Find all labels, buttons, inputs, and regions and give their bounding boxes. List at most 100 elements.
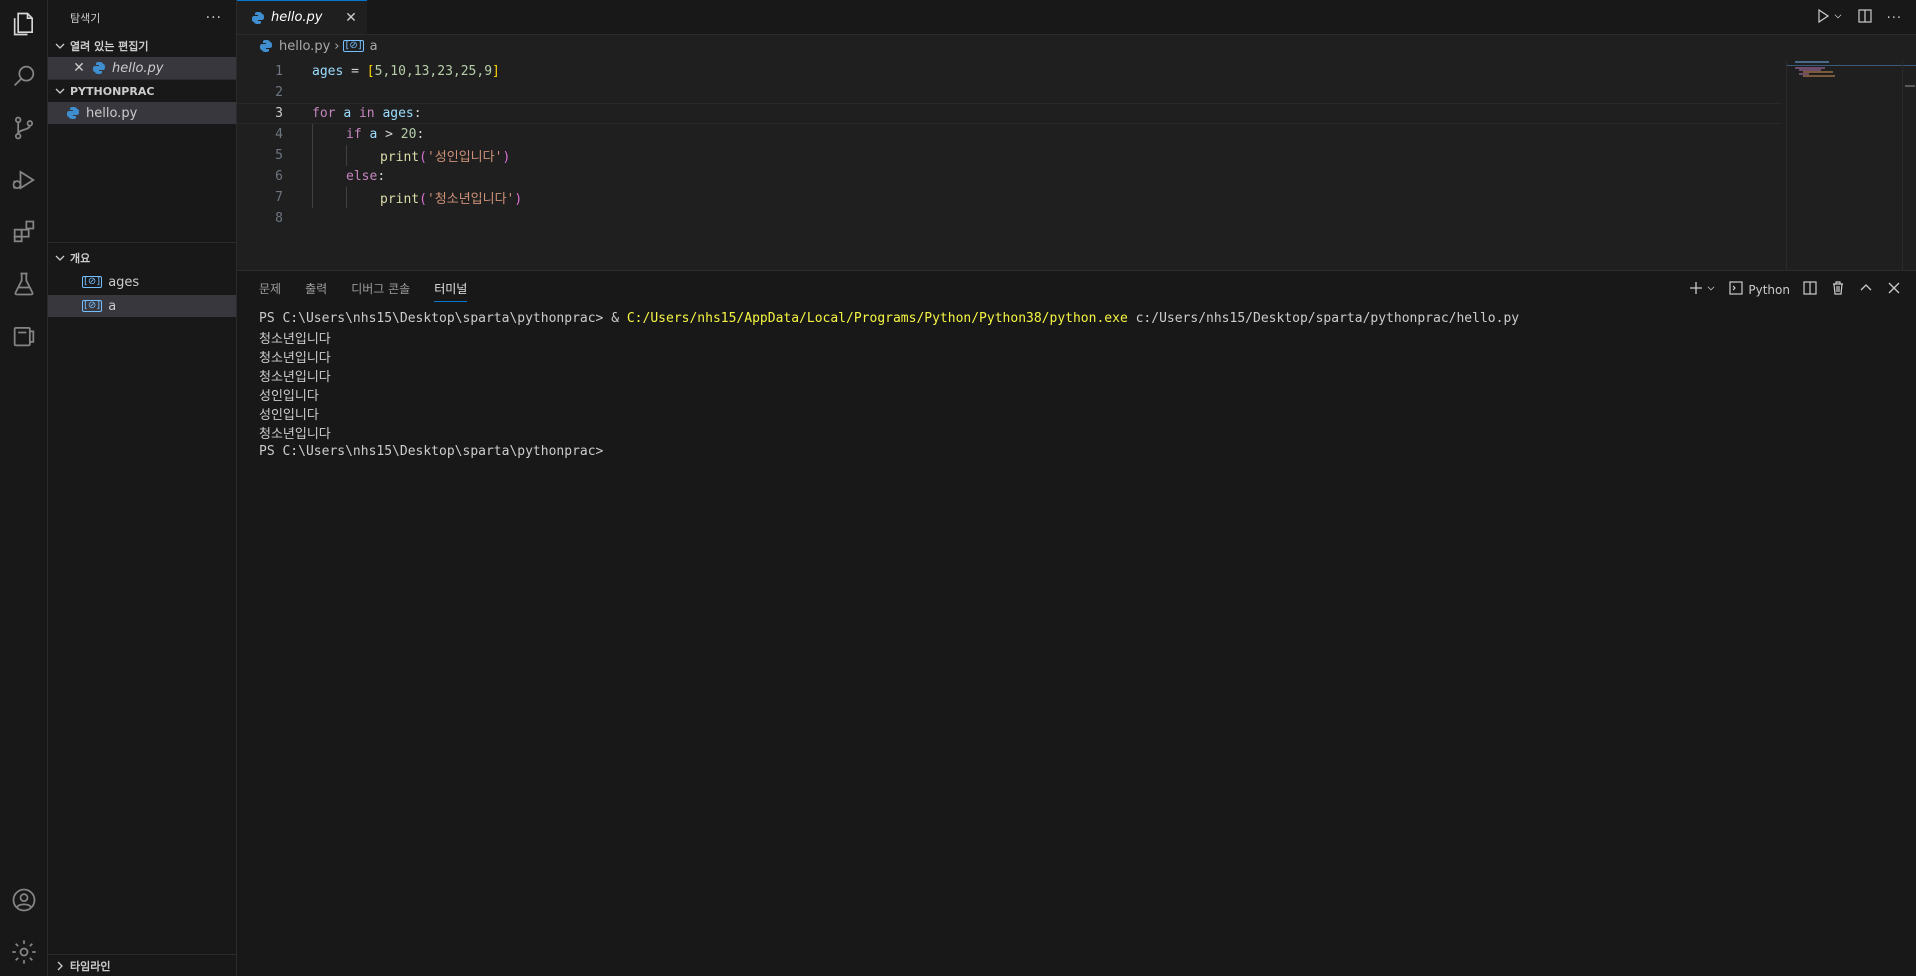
line-number: 7: [275, 190, 283, 205]
open-editor-item[interactable]: ✕ hello.py: [48, 57, 236, 79]
remote-explorer-icon[interactable]: [8, 320, 40, 352]
new-terminal-plus-icon[interactable]: [1688, 280, 1704, 299]
line-number: 6: [275, 169, 283, 184]
chevron-down-icon: [52, 83, 68, 99]
code-token: print: [380, 192, 420, 207]
terminal-icon: [1728, 280, 1744, 299]
minimap[interactable]: [1786, 61, 1916, 270]
python-file-icon: [92, 61, 106, 75]
tab-problems[interactable]: 문제: [259, 280, 281, 297]
tab-terminal[interactable]: 터미널: [434, 280, 468, 302]
breadcrumb-separator: ›: [334, 38, 340, 54]
search-icon[interactable]: [8, 60, 40, 92]
terminal-output[interactable]: PS C:\Users\nhs15\Desktop\sparta\pythonp…: [237, 306, 1916, 461]
file-item-hello-py[interactable]: hello.py: [48, 102, 236, 124]
terminal-output-line: 청소년입니다: [259, 332, 331, 347]
open-editors-header[interactable]: 열려 있는 편집기: [48, 35, 236, 57]
explorer-icon[interactable]: [8, 8, 40, 40]
explorer-sidebar: 탐색기 ··· 열려 있는 편집기 ✕ hello.py PYTHONPRAC …: [48, 0, 237, 976]
breadcrumb-file[interactable]: hello.py: [279, 39, 330, 54]
code-token: ages: [312, 64, 344, 79]
code-token: (: [419, 150, 427, 165]
code-line[interactable]: 8: [237, 208, 1782, 229]
tab-debug-console[interactable]: 디버그 콘솔: [351, 280, 410, 297]
python-file-icon: [251, 11, 265, 25]
split-editor-icon[interactable]: [1857, 8, 1873, 28]
python-file-icon: [259, 39, 273, 53]
terminal-profile[interactable]: Python: [1728, 280, 1790, 299]
settings-gear-icon[interactable]: [8, 936, 40, 968]
indent-guide: [346, 145, 347, 166]
more-actions-icon[interactable]: ···: [206, 10, 222, 26]
line-number: 8: [275, 211, 283, 226]
terminal-output-line: 청소년입니다: [259, 370, 331, 385]
outline-item-ages[interactable]: [⊘] ages: [48, 271, 236, 293]
indent-guide: [312, 124, 313, 145]
vertical-scrollbar[interactable]: [1902, 61, 1916, 270]
timeline-header[interactable]: 타임라인: [48, 955, 237, 976]
code-token: if: [346, 127, 362, 142]
terminal-profile-label: Python: [1748, 282, 1790, 297]
close-icon[interactable]: ✕: [72, 60, 86, 76]
timeline-section: 타임라인: [48, 954, 237, 976]
code-token: in: [358, 106, 375, 121]
line-number: 5: [275, 148, 283, 163]
code-token: [: [366, 64, 375, 79]
code-token: ages: [382, 106, 414, 121]
minimap-line: [1803, 75, 1835, 77]
code-line[interactable]: 5 print('성인입니다'): [237, 145, 1782, 166]
terminal-final-prompt: PS C:\Users\nhs15\Desktop\sparta\pythonp…: [259, 444, 604, 459]
code-line[interactable]: 7 print('청소년입니다'): [237, 187, 1782, 208]
run-dropdown-chevron-icon[interactable]: [1833, 8, 1843, 28]
divider: [48, 242, 236, 243]
kill-terminal-trash-icon[interactable]: [1830, 280, 1846, 299]
code-token: else: [346, 169, 378, 184]
activity-bar: [0, 0, 48, 976]
close-panel-icon[interactable]: [1886, 280, 1902, 299]
code-token: >: [377, 127, 401, 142]
minimap-line: [1795, 61, 1829, 63]
code-token: 20: [400, 127, 417, 142]
code-token: =: [343, 64, 367, 79]
breadcrumb-symbol[interactable]: a: [370, 39, 378, 54]
account-icon[interactable]: [8, 884, 40, 916]
maximize-panel-chevron-up-icon[interactable]: [1858, 280, 1874, 299]
code-token: 5,10,13,23,25,9: [374, 64, 493, 79]
testing-icon[interactable]: [8, 268, 40, 300]
code-line[interactable]: 1 ages = [5,10,13,23,25,9]: [237, 61, 1782, 82]
run-python-file-icon[interactable]: [1815, 8, 1831, 28]
project-folder-header[interactable]: PYTHONPRAC: [48, 80, 236, 102]
code-line[interactable]: 4 if a > 20:: [237, 124, 1782, 145]
editor-tab-hello-py[interactable]: hello.py ✕: [237, 0, 367, 34]
indent-guide: [312, 145, 313, 166]
outline-item-a[interactable]: [⊘] a: [48, 295, 236, 317]
panel-actions: Python: [1688, 280, 1902, 299]
source-control-icon[interactable]: [8, 112, 40, 144]
code-token: '성인입니다': [426, 150, 503, 165]
line-number: 2: [275, 85, 283, 100]
code-line[interactable]: 2: [237, 82, 1782, 103]
code-token: :: [413, 106, 422, 121]
timeline-label: 타임라인: [70, 960, 111, 973]
split-terminal-icon[interactable]: [1802, 280, 1818, 299]
code-token: '청소년입니다': [426, 192, 515, 207]
code-token: :: [377, 169, 386, 184]
open-editors-label: 열려 있는 편집기: [70, 40, 149, 53]
tab-output[interactable]: 출력: [305, 280, 327, 297]
extensions-icon[interactable]: [8, 216, 40, 248]
terminal-dropdown-chevron-icon[interactable]: [1706, 280, 1716, 299]
code-line-current[interactable]: 3 for a in ages:: [237, 103, 1782, 124]
run-debug-icon[interactable]: [8, 164, 40, 196]
code-line[interactable]: 6 else:: [237, 166, 1782, 187]
more-actions-icon[interactable]: ···: [1887, 11, 1902, 26]
outline-header[interactable]: 개요: [48, 247, 236, 269]
sidebar-title: 탐색기: [70, 11, 101, 25]
close-tab-icon[interactable]: ✕: [343, 10, 359, 26]
terminal-output-line: 청소년입니다: [259, 351, 331, 366]
chevron-down-icon: [52, 250, 68, 266]
panel-tab-bar: 문제 출력 디버그 콘솔 터미널 Python: [237, 271, 1916, 306]
code-editor[interactable]: 1 ages = [5,10,13,23,25,9] 2 3 for a in …: [237, 61, 1782, 229]
project-folder-label: PYTHONPRAC: [70, 84, 155, 98]
line-number: 1: [275, 64, 283, 79]
